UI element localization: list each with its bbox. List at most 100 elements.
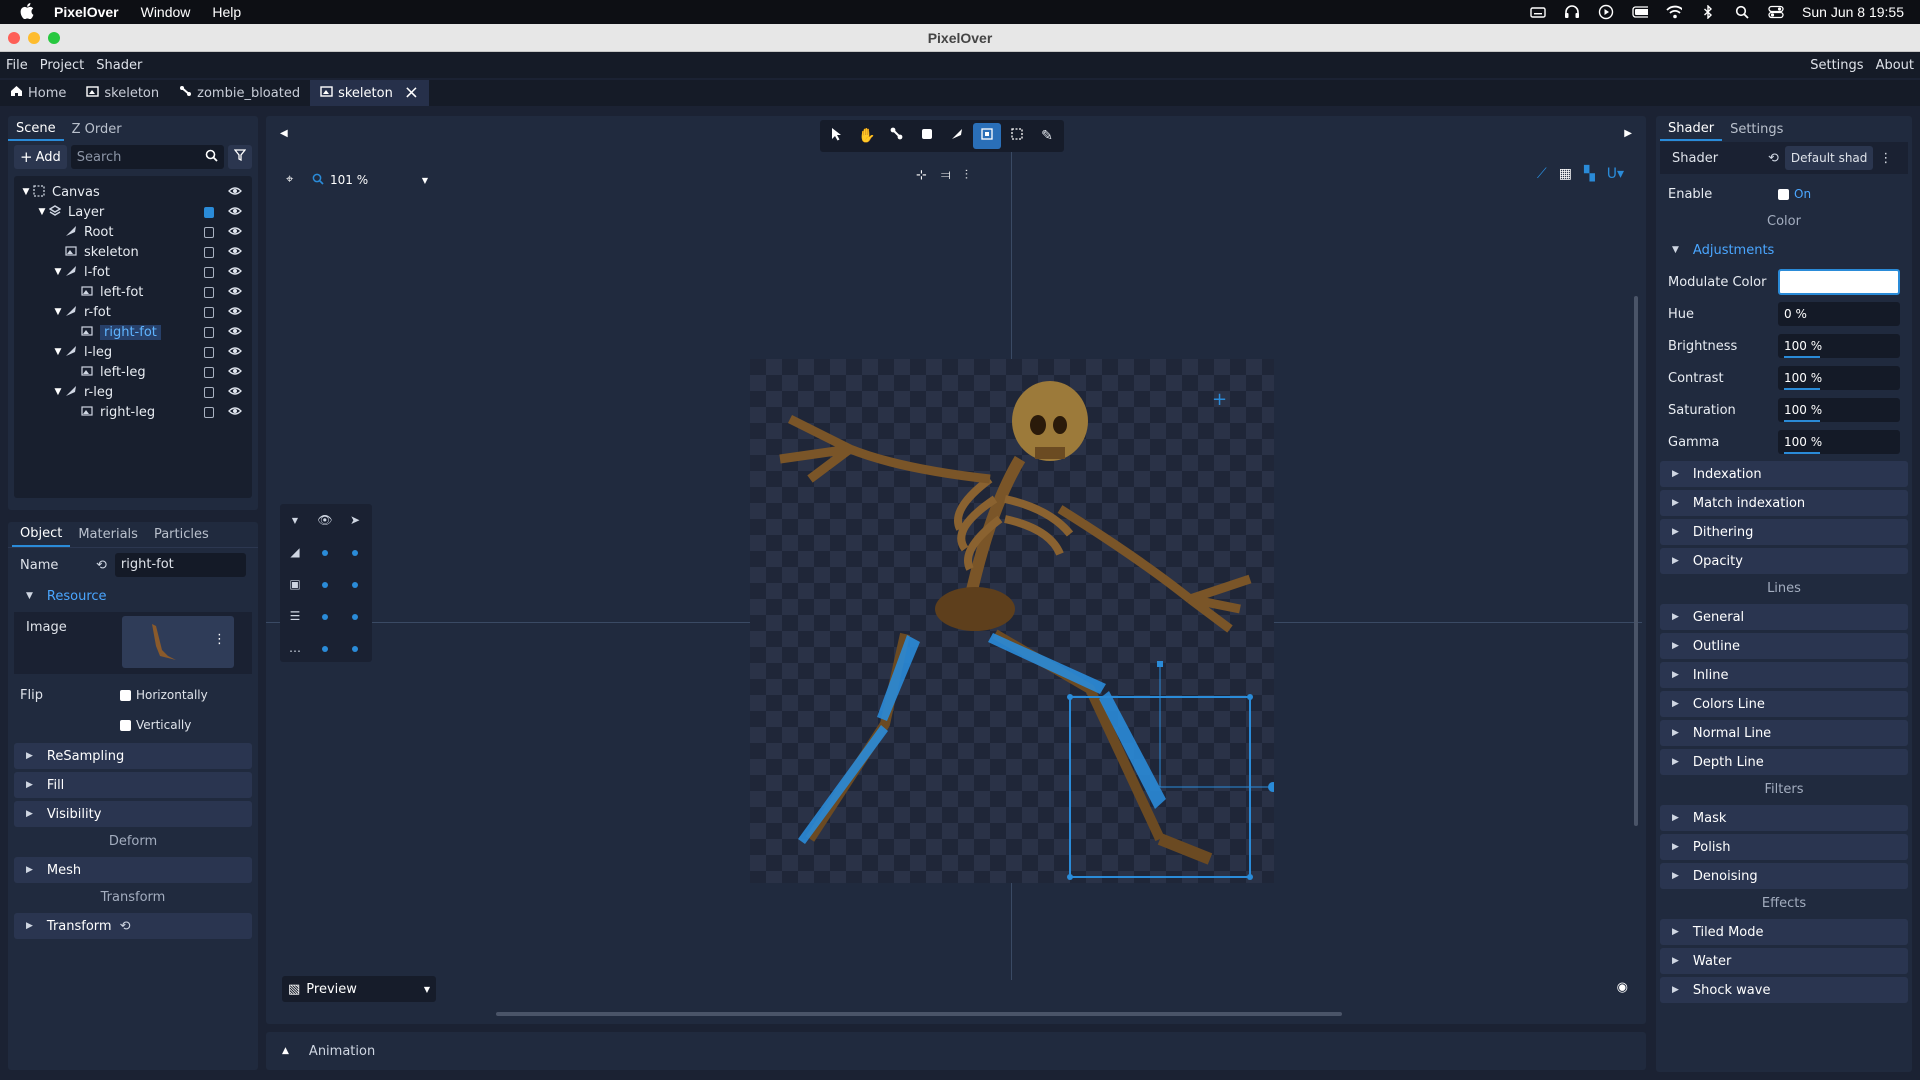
flip-horizontal-checkbox[interactable]	[120, 689, 131, 701]
adjustment-value-field[interactable]: 0 %	[1778, 302, 1900, 326]
eye-icon[interactable]	[228, 265, 242, 279]
image-select-dot[interactable]	[340, 577, 370, 591]
mesh-tool[interactable]	[1003, 123, 1031, 149]
name-field[interactable]: right-fot	[114, 553, 246, 577]
chevron-down-icon[interactable]: ▼	[52, 347, 64, 357]
adjustment-value-field[interactable]: 100 %	[1778, 366, 1900, 390]
tab-zombie-bloated[interactable]: zombie_bloated	[169, 80, 310, 106]
tab-shader-settings[interactable]: Settings	[1722, 117, 1791, 141]
collapse-left-icon[interactable]: ◀	[280, 128, 288, 139]
more-vertical-icon[interactable]: ⋮	[213, 632, 226, 647]
eye-icon[interactable]	[228, 185, 242, 199]
menu-file[interactable]: File	[0, 58, 34, 73]
zoom-dropdown[interactable]: 101 % ▼	[312, 168, 428, 192]
lock-icon[interactable]	[204, 326, 214, 338]
adjustment-value-field[interactable]: 100 %	[1778, 334, 1900, 358]
resampling-section[interactable]: ▶ ReSampling	[14, 743, 252, 769]
eye-icon[interactable]	[228, 285, 242, 299]
eye-icon[interactable]	[228, 225, 242, 239]
lock-icon[interactable]	[204, 306, 214, 318]
reset-icon[interactable]: ⟲	[96, 558, 107, 573]
chevron-down-icon[interactable]: ▼	[52, 307, 64, 317]
tree-item[interactable]: ▼ Canvas	[14, 182, 252, 202]
target-icon[interactable]: ⌖	[286, 172, 293, 187]
lock-icon[interactable]	[204, 266, 214, 278]
tree-item[interactable]: left-fot	[14, 282, 252, 302]
tab-scene[interactable]: Scene	[8, 117, 64, 141]
colors-line-section[interactable]: ▶ Colors Line	[1660, 691, 1908, 717]
pencil-tool[interactable]: ✎	[1033, 123, 1061, 149]
tree-item[interactable]: right-fot	[14, 322, 252, 342]
other-select-dot[interactable]	[340, 641, 370, 655]
lock-icon[interactable]	[204, 246, 214, 258]
eye-icon[interactable]	[228, 205, 242, 219]
tab-shader[interactable]: Shader	[1660, 117, 1723, 141]
reset-icon[interactable]: ⟲	[120, 919, 131, 934]
horizontal-scrollbar[interactable]	[496, 1012, 1342, 1016]
distribute-icon[interactable]: ⫶	[965, 168, 968, 183]
minimize-window-button[interactable]	[28, 32, 40, 44]
tree-item[interactable]: ▼ l-leg	[14, 342, 252, 362]
center-icon[interactable]: ⊹	[916, 168, 927, 183]
tab-skeleton-active[interactable]: skeleton ×	[310, 80, 429, 106]
menubar-clock[interactable]: Sun Jun 8 19:55	[1802, 4, 1904, 20]
lock-icon[interactable]	[204, 406, 214, 418]
axis-icon[interactable]: ⟋	[1537, 166, 1547, 182]
menubar-window[interactable]: Window	[141, 4, 191, 20]
tree-item[interactable]: Root	[14, 222, 252, 242]
eye-icon[interactable]	[228, 305, 242, 319]
dithering-section[interactable]: ▶ Dithering	[1660, 519, 1908, 545]
eye-icon[interactable]	[228, 385, 242, 399]
menu-project[interactable]: Project	[34, 58, 90, 73]
tab-skeleton[interactable]: skeleton	[76, 80, 169, 106]
checker-icon[interactable]: ▚	[1584, 166, 1595, 182]
tree-item[interactable]: right-leg	[14, 402, 252, 422]
more-vertical-icon[interactable]: ⋮	[1879, 151, 1892, 166]
eye-icon[interactable]	[228, 345, 242, 359]
eye-icon[interactable]	[228, 325, 242, 339]
menubar-help[interactable]: Help	[212, 4, 241, 20]
resource-section[interactable]: ▼ Resource	[14, 583, 252, 609]
collapse-right-icon[interactable]: ▶	[1624, 128, 1632, 139]
align-left-icon[interactable]: ⫤	[941, 168, 951, 183]
modulate-color-swatch[interactable]	[1778, 269, 1900, 295]
menubar-app-name[interactable]: PixelOver	[54, 4, 119, 20]
chevron-down-icon[interactable]: ▼	[52, 387, 64, 397]
visibility-section[interactable]: ▶ Visibility	[14, 801, 252, 827]
match-indexation-section[interactable]: ▶ Match indexation	[1660, 490, 1908, 516]
menu-settings[interactable]: Settings	[1804, 58, 1869, 73]
visibility-toggle-icon[interactable]: ◉	[1617, 980, 1628, 995]
transform-section[interactable]: ▶ Transform ⟲	[14, 913, 252, 939]
tab-home[interactable]: Home	[0, 80, 76, 106]
close-window-button[interactable]	[8, 32, 20, 44]
zoom-window-button[interactable]	[48, 32, 60, 44]
vertical-scrollbar[interactable]	[1634, 296, 1638, 826]
chevron-down-icon[interactable]: ▼	[20, 187, 32, 197]
tree-item[interactable]: ▼ l-fot	[14, 262, 252, 282]
lock-icon[interactable]	[204, 386, 214, 398]
headphones-icon[interactable]	[1564, 5, 1580, 18]
hand-tool[interactable]: ✋	[853, 123, 881, 149]
flip-vertical-checkbox[interactable]	[120, 719, 131, 731]
tab-z-order[interactable]: Z Order	[64, 117, 130, 141]
reset-icon[interactable]: ⟲	[1768, 151, 1779, 166]
add-node-button[interactable]: + Add	[14, 145, 67, 169]
keyboard-icon[interactable]	[1530, 6, 1546, 18]
cursor-icon[interactable]: ➤	[340, 513, 370, 527]
tree-item[interactable]: skeleton	[14, 242, 252, 262]
inline-section[interactable]: ▶ Inline	[1660, 662, 1908, 688]
denoising-section[interactable]: ▶ Denoising	[1660, 863, 1908, 889]
chevron-up-icon[interactable]: ▲	[282, 1046, 289, 1056]
eye-icon[interactable]	[228, 365, 242, 379]
magnet-icon[interactable]: U▾	[1607, 166, 1624, 182]
adjustment-value-field[interactable]: 100 %	[1778, 398, 1900, 422]
normal-line-section[interactable]: ▶ Normal Line	[1660, 720, 1908, 746]
indexation-section[interactable]: ▶ Indexation	[1660, 461, 1908, 487]
select-tool[interactable]	[823, 123, 851, 149]
tiled-mode-section[interactable]: ▶ Tiled Mode	[1660, 919, 1908, 945]
apple-icon[interactable]	[14, 2, 40, 22]
filter-button[interactable]	[228, 145, 252, 169]
depth-line-section[interactable]: ▶ Depth Line	[1660, 749, 1908, 775]
stop-tool[interactable]	[913, 123, 941, 149]
tab-object[interactable]: Object	[12, 523, 71, 547]
